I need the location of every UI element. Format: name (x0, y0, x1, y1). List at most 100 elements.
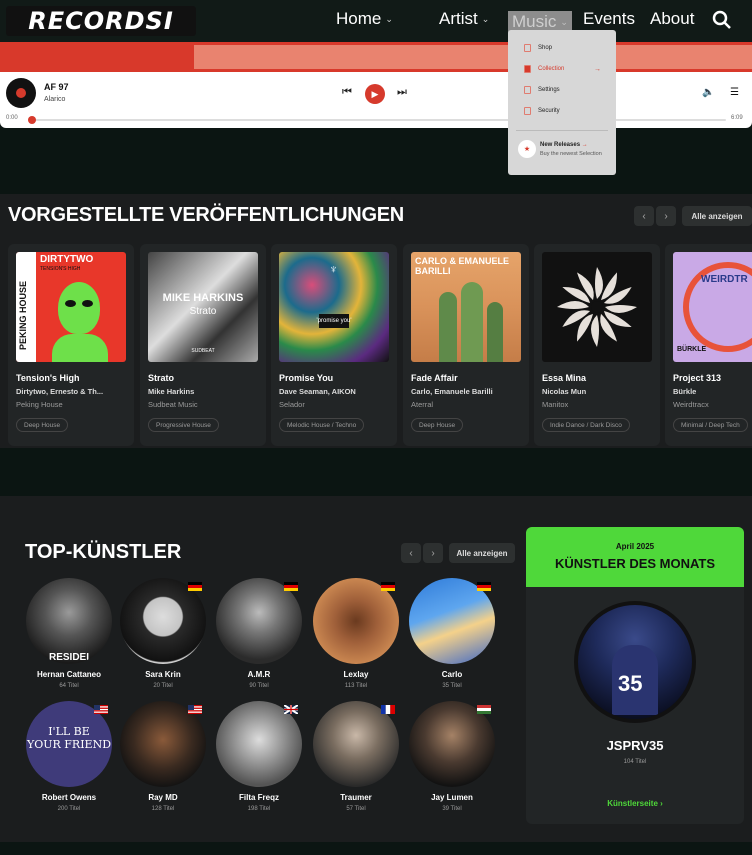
artist-card[interactable]: Sara Krin 20 Titel (118, 578, 208, 689)
release-cover[interactable]: 'promise you' ♆ (279, 252, 389, 362)
release-label[interactable]: Peking House (16, 400, 63, 409)
artist-card[interactable]: RESIDEI Hernan Cattaneo 64 Titel (24, 578, 114, 689)
search-icon[interactable] (712, 10, 732, 30)
star-icon[interactable]: ★ (518, 140, 536, 158)
release-artist[interactable]: Nicolas Mun (542, 387, 652, 396)
see-all-button[interactable]: Alle anzeigen (682, 206, 752, 226)
release-card[interactable]: CARLO & EMANUELE BARILLI Fade Affair Car… (403, 244, 529, 446)
nav-events[interactable]: Events (583, 9, 635, 29)
release-label[interactable]: Manitox (542, 400, 568, 409)
release-title[interactable]: Strato (148, 373, 174, 383)
release-cover[interactable]: PEKING HOUSE DIRTYTWO TENSION'S HIGH (16, 252, 126, 362)
artist-name[interactable]: Jay Lumen (407, 793, 497, 802)
artist-card[interactable]: Ray MD 128 Titel (118, 701, 208, 812)
release-title[interactable]: Promise You (279, 373, 333, 383)
artist-photo[interactable]: RESIDEI (26, 578, 112, 664)
volume-icon[interactable]: 🔈 (702, 87, 714, 98)
security-icon (524, 107, 531, 115)
artist-name[interactable]: Ray MD (118, 793, 208, 802)
artist-name[interactable]: Sara Krin (118, 670, 208, 679)
artist-name[interactable]: Carlo (407, 670, 497, 679)
progress-bar[interactable] (28, 116, 726, 124)
menu-item-shop[interactable]: Shop (524, 44, 552, 52)
release-cover[interactable]: MIKE HARKINS Strato SUDBEAT (148, 252, 258, 362)
chevron-down-icon: ⌄ (385, 13, 393, 24)
prev-arrow-button[interactable]: ‹ (634, 206, 654, 226)
artist-card[interactable]: I'LL BE YOUR FRIEND Robert Owens 200 Tite… (24, 701, 114, 812)
genre-tag[interactable]: Deep House (16, 418, 69, 432)
menu-item-settings[interactable]: Settings (524, 86, 560, 94)
play-button[interactable]: ▶ (365, 84, 385, 104)
genre-tag[interactable]: Indie Dance / Dark Disco (542, 418, 630, 432)
queue-list-icon[interactable]: ☰ (730, 87, 739, 98)
release-title[interactable]: Tension's High (16, 373, 79, 383)
nav-about[interactable]: About (650, 9, 694, 29)
genre-tag[interactable]: Minimal / Deep Tech (673, 418, 748, 432)
player-track-title: AF 97 (44, 82, 69, 92)
music-dropdown-menu: Shop Collection → Settings Security ★ Ne… (508, 30, 616, 175)
nav-artist-label: Artist (439, 9, 478, 28)
menu-item-collection[interactable]: Collection (524, 65, 564, 73)
release-artist[interactable]: Dave Seaman, AIKON (279, 387, 389, 396)
progress-knob[interactable] (28, 116, 36, 124)
nav-events-label: Events (583, 9, 635, 28)
collection-icon (524, 65, 531, 73)
genre-tag[interactable]: Melodic House / Techno (279, 418, 365, 432)
time-total: 6:09 (731, 115, 743, 121)
artist-track-count: 64 Titel (59, 683, 79, 689)
release-card[interactable]: MIKE HARKINS Strato SUDBEAT Strato Mike … (140, 244, 266, 446)
artist-card[interactable]: Traumer 57 Titel (311, 701, 401, 812)
release-title[interactable]: Project 313 (673, 373, 721, 383)
release-artist[interactable]: Dirtytwo, Ernesto & Th... (16, 387, 126, 396)
release-card[interactable]: Essa Mina Nicolas Mun Manitox Indie Danc… (534, 244, 660, 446)
menu-item-label: Security (538, 108, 560, 114)
new-releases-link[interactable]: New Releases → (540, 142, 588, 148)
menu-item-security[interactable]: Security (524, 107, 560, 115)
artist-name[interactable]: A.M.R (214, 670, 304, 679)
next-arrow-button[interactable]: › (423, 543, 443, 563)
release-artist[interactable]: Mike Harkins (148, 387, 258, 396)
artist-name[interactable]: Robert Owens (24, 793, 114, 802)
brand-logo[interactable]: RECORDSI (6, 6, 196, 36)
artist-card[interactable]: A.M.R 90 Titel (214, 578, 304, 689)
chevron-down-icon: ⌄ (560, 16, 568, 27)
artist-card[interactable]: Lexlay 113 Titel (311, 578, 401, 689)
genre-tag[interactable]: Progressive House (148, 418, 219, 432)
artist-card[interactable]: Carlo 35 Titel (407, 578, 497, 689)
prev-arrow-button[interactable]: ‹ (401, 543, 421, 563)
release-label[interactable]: Weirdtracx (673, 400, 709, 409)
artist-name[interactable]: Traumer (311, 793, 401, 802)
artist-name[interactable]: Lexlay (311, 670, 401, 679)
artist-card[interactable]: Jay Lumen 39 Titel (407, 701, 497, 812)
next-icon[interactable]: ⏭ (397, 86, 407, 99)
artist-of-month-name[interactable]: JSPRV35 (526, 738, 744, 753)
audio-player: AF 97 Alarico ⏮ ▶ ⏭ 🔈 ☰ 0:00 6:09 (0, 72, 752, 128)
nav-artist[interactable]: Artist ⌄ (439, 9, 489, 29)
release-cover[interactable]: CARLO & EMANUELE BARILLI (411, 252, 521, 362)
artist-of-month-photo[interactable]: 35 (574, 601, 696, 723)
release-artist[interactable]: Carlo, Emanuele Barilli (411, 387, 521, 396)
release-label[interactable]: Selador (279, 400, 305, 409)
see-all-button[interactable]: Alle anzeigen (449, 543, 515, 563)
artist-card[interactable]: Filta Freqz 198 Titel (214, 701, 304, 812)
release-card[interactable]: WEIRDTR BÜRKLE Project 313 Bürkle Weirdt… (665, 244, 752, 446)
next-arrow-button[interactable]: › (656, 206, 676, 226)
release-label[interactable]: Aterral (411, 400, 433, 409)
artist-name[interactable]: Filta Freqz (214, 793, 304, 802)
shop-icon (524, 44, 531, 52)
release-artist[interactable]: Bürkle (673, 387, 752, 396)
nav-home[interactable]: Home ⌄ (336, 9, 393, 29)
banner-highlight (194, 45, 752, 69)
release-cover[interactable]: WEIRDTR BÜRKLE (673, 252, 752, 362)
release-card[interactable]: PEKING HOUSE DIRTYTWO TENSION'S HIGH Ten… (8, 244, 134, 446)
release-title[interactable]: Fade Affair (411, 373, 458, 383)
artist-name[interactable]: Hernan Cattaneo (24, 670, 114, 679)
release-cover[interactable] (542, 252, 652, 362)
release-label[interactable]: Sudbeat Music (148, 400, 198, 409)
release-card[interactable]: 'promise you' ♆ Promise You Dave Seaman,… (271, 244, 397, 446)
previous-icon[interactable]: ⏮ (342, 86, 352, 99)
release-title[interactable]: Essa Mina (542, 373, 586, 383)
artist-page-link[interactable]: Künstlerseite › (526, 799, 744, 808)
france-flag-icon (381, 705, 395, 714)
genre-tag[interactable]: Deep House (411, 418, 464, 432)
